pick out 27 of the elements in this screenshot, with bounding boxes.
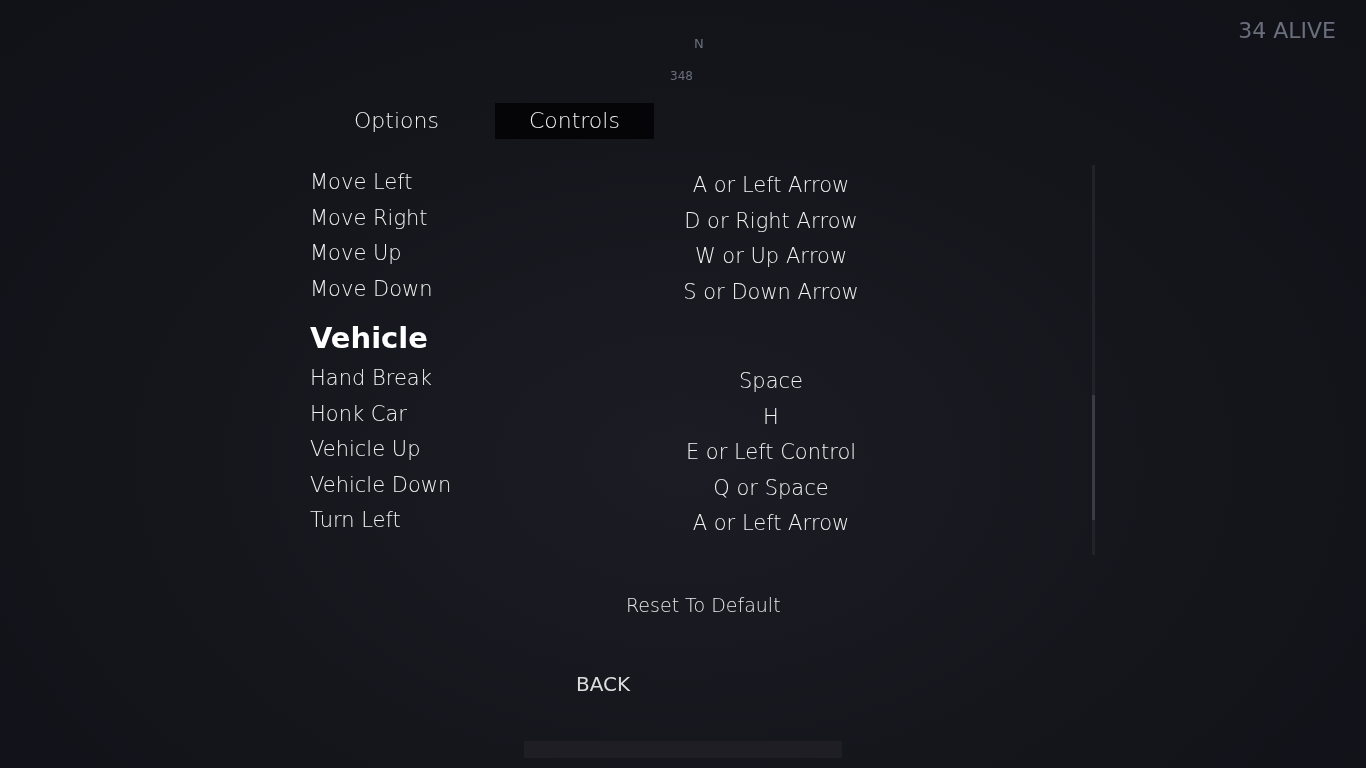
action-label: Honk Car <box>310 400 408 428</box>
tab[interactable]: Options <box>320 103 473 139</box>
reset-button[interactable]: Reset To Default <box>620 590 787 621</box>
players-alive-count: 34 ALIVE <box>1238 17 1336 45</box>
action-label: Move Right <box>310 204 429 232</box>
key-binding[interactable]: A or Left Arrow <box>610 170 932 202</box>
action-label: Hand Break <box>310 365 433 392</box>
action-label: Move Left <box>310 169 414 196</box>
action-label: Move Up <box>310 240 403 267</box>
tab[interactable]: Controls <box>494 103 654 139</box>
key-binding[interactable]: S or Down Arrow <box>610 276 932 308</box>
compass-heading: N <box>694 35 704 53</box>
action-label: Turn Left <box>310 507 402 534</box>
action-label: Vehicle Up <box>310 436 422 463</box>
scrollbar-thumb[interactable] <box>1092 395 1095 520</box>
key-binding[interactable]: D or Right Arrow <box>610 205 932 237</box>
action-label: Vehicle Down <box>310 471 453 499</box>
back-button[interactable]: BACK <box>570 668 637 700</box>
key-binding[interactable]: E or Left Control <box>610 437 932 469</box>
section-heading: Vehicle <box>310 320 428 357</box>
key-binding[interactable]: W or Up Arrow <box>610 241 932 273</box>
action-label: Move Down <box>310 275 434 303</box>
key-binding[interactable]: A or Left Arrow <box>610 508 932 540</box>
key-binding[interactable]: Space <box>610 366 932 398</box>
key-binding[interactable]: Q or Space <box>610 472 932 504</box>
compass-bearing: 348 <box>670 68 693 85</box>
key-binding[interactable]: H <box>610 401 932 433</box>
